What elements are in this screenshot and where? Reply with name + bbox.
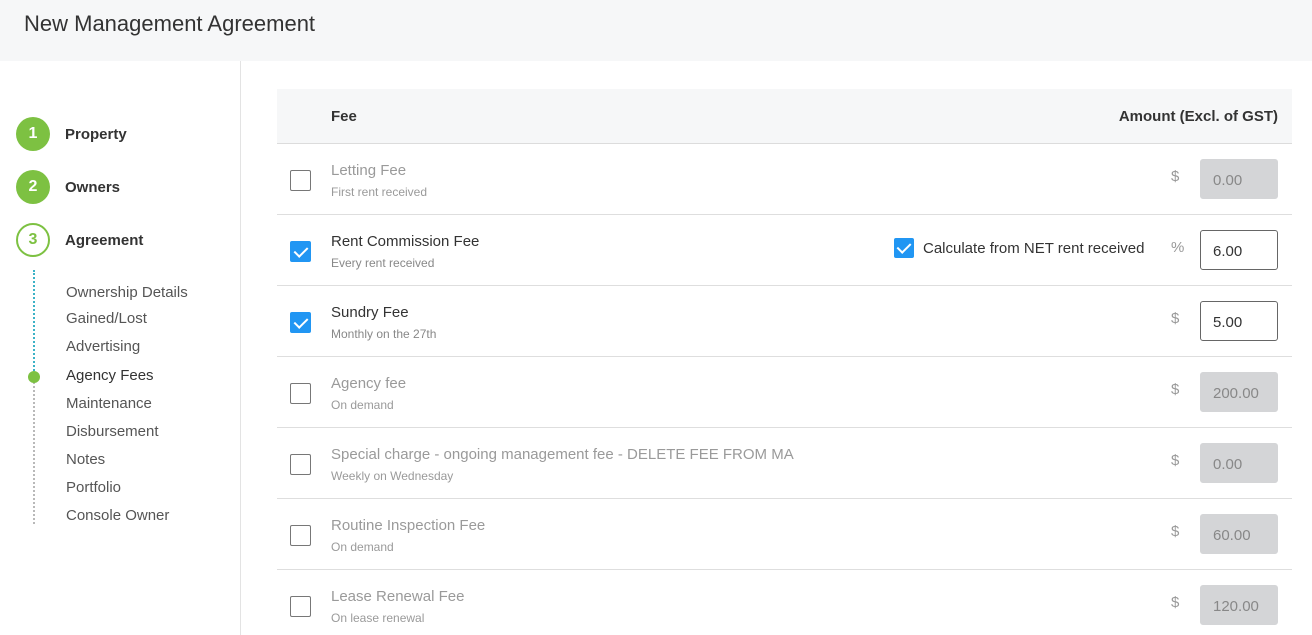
- fee-row-rent-commission: Rent Commission Fee Every rent received …: [277, 215, 1292, 286]
- fee-checkbox[interactable]: [290, 312, 311, 333]
- step-label: Agreement: [65, 231, 144, 249]
- calculate-net-checkbox[interactable]: [894, 238, 914, 258]
- fee-frequency: Monthly on the 27th: [331, 327, 437, 341]
- fee-name: Routine Inspection Fee: [331, 517, 486, 534]
- dollar-unit: $: [1171, 523, 1180, 540]
- step-property[interactable]: 1 Property: [16, 117, 127, 151]
- fee-checkbox[interactable]: [290, 525, 311, 546]
- fee-checkbox[interactable]: [290, 241, 311, 262]
- dollar-unit: $: [1171, 452, 1180, 469]
- dollar-unit: $: [1171, 594, 1180, 611]
- substep-notes[interactable]: Notes: [66, 451, 105, 468]
- fee-name: Sundry Fee: [331, 304, 409, 321]
- fees-table: Fee Amount (Excl. of GST) Letting Fee Fi…: [277, 89, 1292, 635]
- step-number: 3: [16, 223, 50, 257]
- substep-gained-lost[interactable]: Gained/Lost: [66, 310, 147, 327]
- step-number: 2: [16, 170, 50, 204]
- dollar-unit: $: [1171, 310, 1180, 327]
- fee-frequency: On demand: [331, 540, 394, 554]
- fee-name: Agency fee: [331, 375, 407, 392]
- fee-amount-input: 200.00: [1200, 372, 1278, 412]
- fee-row-letting-fee: Letting Fee First rent received $ 0.00: [277, 144, 1292, 215]
- fee-frequency: Every rent received: [331, 256, 435, 270]
- fee-amount-input: 60.00: [1200, 514, 1278, 554]
- fee-row-sundry: Sundry Fee Monthly on the 27th $ 5.00: [277, 286, 1292, 357]
- step-number: 1: [16, 117, 50, 151]
- substep-portfolio[interactable]: Portfolio: [66, 479, 121, 496]
- column-header-fee: Fee: [331, 108, 357, 125]
- fee-amount-input[interactable]: 5.00: [1200, 301, 1278, 341]
- dollar-unit: $: [1171, 168, 1180, 185]
- fee-row-lease-renewal: Lease Renewal Fee On lease renewal $ 120…: [277, 570, 1292, 635]
- fee-checkbox[interactable]: [290, 596, 311, 617]
- fee-frequency: On demand: [331, 398, 394, 412]
- substep-disbursement[interactable]: Disbursement: [66, 423, 159, 440]
- substep-maintenance[interactable]: Maintenance: [66, 395, 152, 412]
- fee-name: Special charge - ongoing management fee …: [331, 446, 794, 463]
- fee-checkbox[interactable]: [290, 454, 311, 475]
- percent-unit: %: [1171, 239, 1185, 256]
- column-header-amount: Amount (Excl. of GST): [1118, 108, 1278, 125]
- fee-frequency: First rent received: [331, 185, 428, 199]
- step-owners[interactable]: 2 Owners: [16, 170, 120, 204]
- fee-frequency: On lease renewal: [331, 611, 425, 625]
- fee-name: Rent Commission Fee: [331, 233, 480, 250]
- page-header: New Management Agreement: [0, 0, 1312, 61]
- substep-agency-fees[interactable]: Agency Fees: [66, 367, 154, 384]
- progress-line-remaining: [33, 382, 35, 524]
- fee-row-agency-fee: Agency fee On demand $ 200.00: [277, 357, 1292, 428]
- fee-row-special-charge: Special charge - ongoing management fee …: [277, 428, 1292, 499]
- step-label: Property: [65, 125, 127, 143]
- progress-line-completed: [33, 270, 35, 374]
- substep-console-owner[interactable]: Console Owner: [66, 507, 169, 524]
- substep-ownership-details[interactable]: Ownership Details: [66, 284, 188, 301]
- fee-checkbox[interactable]: [290, 170, 311, 191]
- table-header: Fee Amount (Excl. of GST): [277, 89, 1292, 144]
- current-substep-dot: [28, 371, 40, 383]
- fee-amount-input: 0.00: [1200, 443, 1278, 483]
- fee-checkbox[interactable]: [290, 383, 311, 404]
- step-agreement[interactable]: 3 Agreement: [16, 223, 143, 257]
- calculate-net-option[interactable]: Calculate from NET rent received: [894, 238, 1144, 258]
- fee-name: Lease Renewal Fee: [331, 588, 465, 605]
- fee-row-routine-inspection: Routine Inspection Fee On demand $ 60.00: [277, 499, 1292, 570]
- dollar-unit: $: [1171, 381, 1180, 398]
- fee-name: Letting Fee: [331, 162, 407, 179]
- calculate-net-label: Calculate from NET rent received: [923, 239, 1145, 257]
- fee-amount-input: 0.00: [1200, 159, 1278, 199]
- fee-frequency: Weekly on Wednesday: [331, 469, 454, 483]
- step-label: Owners: [65, 178, 121, 196]
- fee-amount-input[interactable]: 6.00: [1200, 230, 1278, 270]
- fee-amount-input: 120.00: [1200, 585, 1278, 625]
- page-title: New Management Agreement: [24, 11, 316, 36]
- substep-advertising[interactable]: Advertising: [66, 338, 140, 355]
